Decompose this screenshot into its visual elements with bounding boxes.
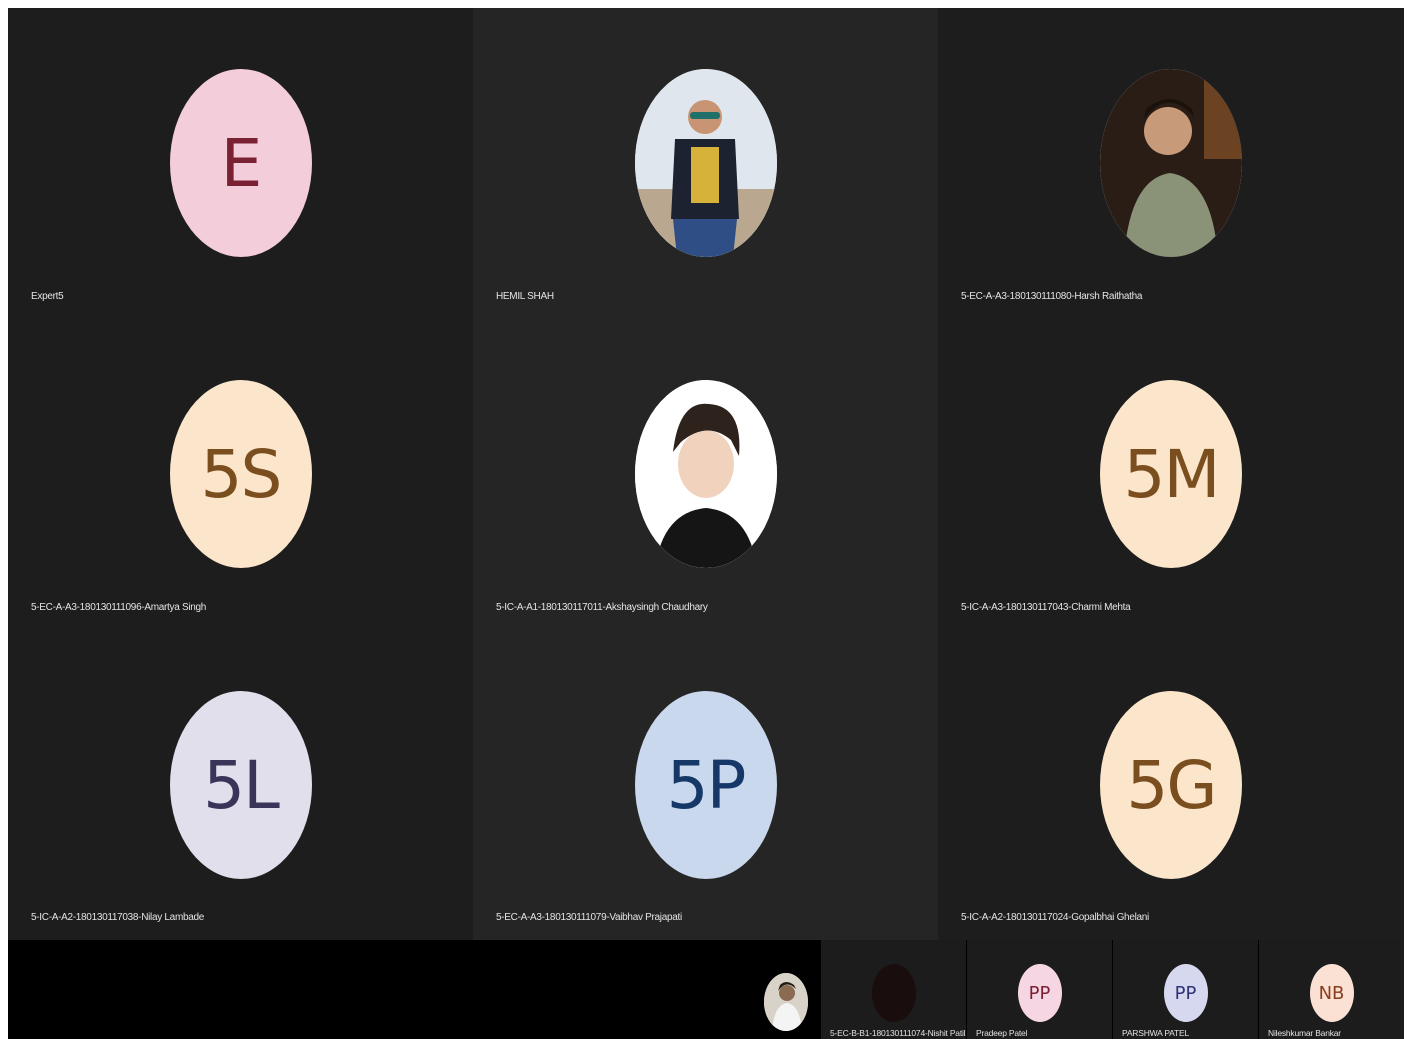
participant-avatar-photo xyxy=(1100,69,1242,257)
participant-strip: 5-EC-B-B1-180130111074-Nishit Patil PP P… xyxy=(8,940,1404,1039)
avatar-initials: PP xyxy=(1028,982,1051,1004)
meeting-stage: E Expert5 HEMIL SHAH 5-EC-A-A3-180130111… xyxy=(8,8,1404,1039)
strip-participant-tile[interactable]: PP Pradeep Patel xyxy=(967,940,1112,1039)
participant-name: Expert5 xyxy=(31,291,64,302)
self-video-avatar[interactable] xyxy=(764,973,808,1031)
avatar-initials: 5M xyxy=(1123,435,1221,513)
participant-name: 5-EC-A-A3-180130111096-Amartya Singh xyxy=(31,602,207,613)
participant-tile[interactable]: 5-IC-A-A1-180130117011-Akshaysingh Chaud… xyxy=(473,319,938,630)
participant-tile[interactable]: 5G 5-IC-A-A2-180130117024-Gopalbhai Ghel… xyxy=(938,630,1404,940)
participant-name: 5-EC-A-A3-180130111080-Harsh Raithatha xyxy=(961,291,1143,302)
participant-avatar: PP xyxy=(1017,964,1062,1022)
participant-avatar-photo xyxy=(634,69,777,257)
participant-tile[interactable]: 5M 5-IC-A-A3-180130117043-Charmi Mehta xyxy=(938,319,1404,630)
avatar-initials: 5L xyxy=(203,746,280,824)
strip-participant-tile[interactable]: PP PARSHWA PATEL xyxy=(1113,940,1258,1039)
avatar-initials: NB xyxy=(1318,982,1345,1004)
participant-avatar: PP xyxy=(1163,964,1208,1022)
participant-tile[interactable]: 5-EC-A-A3-180130111080-Harsh Raithatha xyxy=(938,8,1404,319)
participant-avatar xyxy=(871,964,916,1022)
participant-avatar: 5M xyxy=(1100,380,1242,568)
avatar-initials: PP xyxy=(1174,982,1197,1004)
participant-tile[interactable]: E Expert5 xyxy=(8,8,473,319)
participant-avatar: 5P xyxy=(634,691,777,879)
person-photo-icon xyxy=(1100,69,1242,257)
strip-participant-tile[interactable]: 5-EC-B-B1-180130111074-Nishit Patil xyxy=(821,940,966,1039)
participant-avatar: 5L xyxy=(169,691,312,879)
video-grid: E Expert5 HEMIL SHAH 5-EC-A-A3-180130111… xyxy=(8,8,1404,940)
participant-avatar-photo xyxy=(634,380,777,568)
participant-name: Pradeep Patel xyxy=(976,1028,1028,1038)
participant-name: 5-EC-B-B1-180130111074-Nishit Patil xyxy=(830,1028,966,1038)
person-photo-icon xyxy=(764,973,808,1031)
avatar-initials: 5G xyxy=(1126,746,1217,824)
participant-avatar: NB xyxy=(1309,964,1354,1022)
participant-name: HEMIL SHAH xyxy=(496,291,554,302)
avatar-initials: 5P xyxy=(666,746,747,824)
avatar-initials: 5S xyxy=(200,435,283,513)
participant-avatar: 5G xyxy=(1100,691,1242,879)
person-photo-icon xyxy=(634,380,777,568)
participant-tile[interactable]: HEMIL SHAH xyxy=(473,8,938,319)
participant-name: 5-IC-A-A2-180130117038-Nilay Lambade xyxy=(31,912,205,923)
participant-tile[interactable]: 5S 5-EC-A-A3-180130111096-Amartya Singh xyxy=(8,319,473,630)
participant-avatar: E xyxy=(169,69,312,257)
participant-name: 5-IC-A-A2-180130117024-Gopalbhai Ghelani xyxy=(961,912,1149,923)
participant-name: 5-IC-A-A1-180130117011-Akshaysingh Chaud… xyxy=(496,602,708,613)
participant-name: 5-EC-A-A3-180130111079-Vaibhav Prajapati xyxy=(496,912,682,923)
participant-avatar: 5S xyxy=(169,380,312,568)
strip-participant-tile[interactable]: NB Nileshkumar Bankar xyxy=(1259,940,1404,1039)
participant-tile[interactable]: 5P 5-EC-A-A3-180130111079-Vaibhav Prajap… xyxy=(473,630,938,940)
participant-name: PARSHWA PATEL xyxy=(1122,1028,1189,1038)
participant-tile[interactable]: 5L 5-IC-A-A2-180130117038-Nilay Lambade xyxy=(8,630,473,940)
participant-name: 5-IC-A-A3-180130117043-Charmi Mehta xyxy=(961,602,1131,613)
avatar-initials: E xyxy=(220,124,263,202)
person-photo-icon xyxy=(634,69,777,257)
participant-name: Nileshkumar Bankar xyxy=(1268,1028,1341,1038)
